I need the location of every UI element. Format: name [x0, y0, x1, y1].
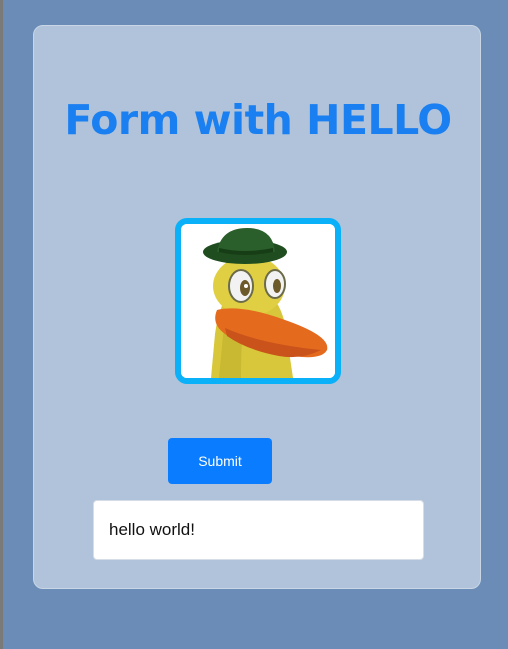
form-card: Form with HELLO Submit hello world!	[33, 25, 481, 589]
output-field[interactable]: hello world!	[93, 500, 424, 560]
duck-icon	[181, 224, 335, 378]
page-title: Form with HELLO	[64, 96, 452, 144]
duck-avatar-image	[175, 218, 341, 384]
submit-button[interactable]: Submit	[168, 438, 272, 484]
output-text: hello world!	[109, 520, 195, 539]
window-edge	[0, 0, 3, 649]
